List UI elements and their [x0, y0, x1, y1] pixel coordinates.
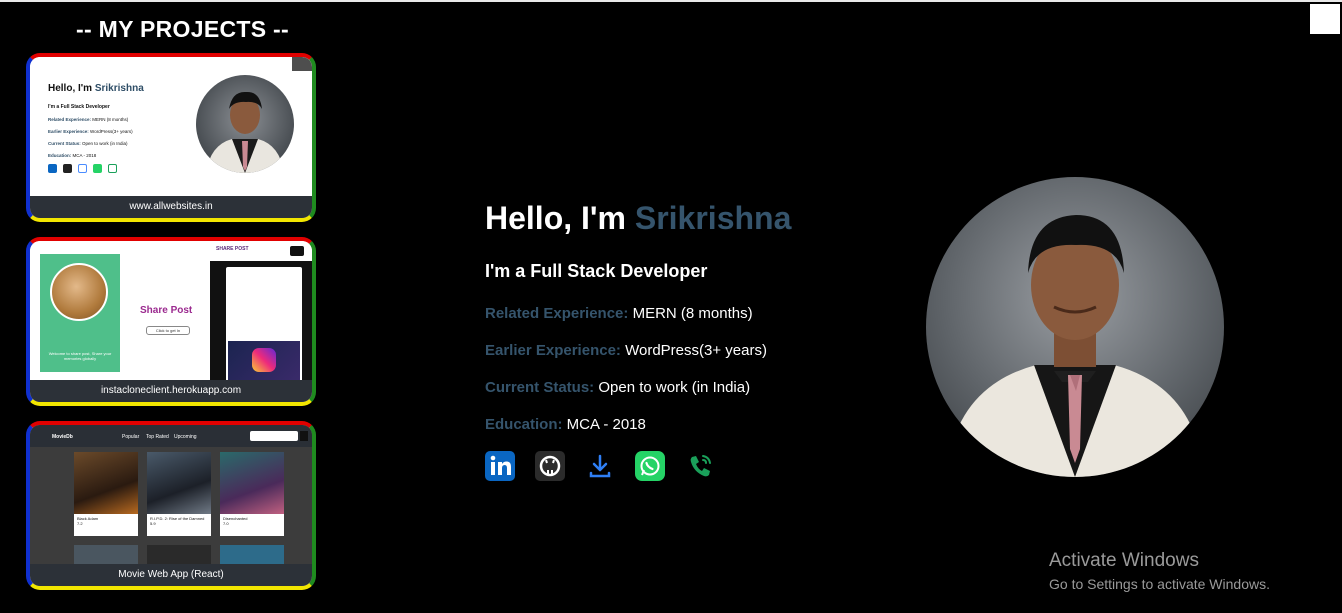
- preview-search-input: [250, 431, 298, 441]
- movie-caption: R.I.P.D. 2: Rise of the Damned 5.9: [147, 514, 211, 536]
- whatsapp-icon[interactable]: [635, 451, 665, 481]
- detail-education: Education: MCA - 2018: [485, 416, 646, 433]
- project-card-instaclone[interactable]: Welcome to share post, Share your memori…: [26, 237, 316, 406]
- detail-earlier-experience: Earlier Experience: WordPress(3+ years): [485, 342, 767, 359]
- instagram-icon: [252, 348, 276, 372]
- preview-nav-item: Upcoming: [174, 434, 197, 440]
- preview-post: [226, 267, 302, 323]
- linkedin-icon[interactable]: [485, 451, 515, 481]
- hero-heading: Hello, I'm Srikrishna: [485, 200, 792, 236]
- preview-post-image: [228, 341, 300, 381]
- hero-role: I'm a Full Stack Developer: [485, 261, 708, 281]
- profile-photo: [926, 177, 1224, 477]
- detail-current-status: Current Status: Open to work (in India): [485, 379, 751, 396]
- preview-corner: [292, 57, 312, 71]
- preview-header-logo: SHARE POST: [216, 246, 249, 252]
- hero-name: Srikrishna: [634, 200, 792, 236]
- project-preview-image: Welcome to share post, Share your memori…: [30, 241, 312, 401]
- movie-caption: Disenchanted 7.0: [220, 514, 284, 536]
- github-icon[interactable]: [535, 451, 565, 481]
- github-icon: [63, 164, 72, 173]
- preview-profile-photo: [196, 75, 294, 173]
- movie-poster: [220, 452, 284, 514]
- social-links: [485, 451, 715, 481]
- preview-title: Share Post: [140, 305, 193, 316]
- whatsapp-icon: [93, 164, 102, 173]
- movie-poster: [147, 545, 211, 565]
- top-border-line: [0, 0, 1342, 2]
- preview-social-icons: [48, 164, 312, 173]
- preview-nav-item: Popular: [122, 434, 140, 440]
- detail-related-experience: Related Experience: MERN (8 months): [485, 305, 753, 322]
- download-icon[interactable]: [585, 451, 615, 481]
- search-icon: [300, 431, 308, 441]
- camera-icon: [290, 246, 304, 256]
- project-preview-image: MovieDb Popular Top Rated Upcoming Black…: [30, 425, 312, 565]
- windows-activation-subtitle: Go to Settings to activate Windows.: [1049, 576, 1270, 592]
- movie-poster: [147, 452, 211, 514]
- preview-welcome-text: Welcome to share post, Share your memori…: [48, 351, 112, 361]
- preview-brand: MovieDb: [52, 434, 73, 440]
- movie-caption: Black Adam 7.2: [74, 514, 138, 536]
- preview-navbar: MovieDb Popular Top Rated Upcoming: [30, 425, 312, 447]
- linkedin-icon: [48, 164, 57, 173]
- project-card-movie-app[interactable]: MovieDb Popular Top Rated Upcoming Black…: [26, 421, 316, 590]
- movie-poster: [220, 545, 284, 565]
- windows-activation-title: Activate Windows: [1049, 550, 1199, 571]
- project-link-label[interactable]: instacloneclient.herokuapp.com: [30, 380, 312, 402]
- preview-button: Click to get In: [146, 326, 190, 335]
- project-link-label[interactable]: Movie Web App (React): [30, 564, 312, 586]
- phone-icon[interactable]: [685, 451, 715, 481]
- project-link-label[interactable]: www.allwebsites.in: [30, 196, 312, 218]
- preview-nav-item: Top Rated: [146, 434, 169, 440]
- projects-heading: -- MY PROJECTS --: [76, 16, 289, 42]
- movie-poster: [74, 545, 138, 565]
- download-icon: [78, 164, 87, 173]
- preview-avatar: [50, 263, 108, 321]
- project-card-allwebsites[interactable]: Hello, I'm Srikrishna I'm a Full Stack D…: [26, 53, 316, 222]
- scroll-to-top-button[interactable]: [1310, 4, 1340, 34]
- movie-poster: [74, 452, 138, 514]
- phone-icon: [108, 164, 117, 173]
- project-preview-image: Hello, I'm Srikrishna I'm a Full Stack D…: [30, 57, 312, 196]
